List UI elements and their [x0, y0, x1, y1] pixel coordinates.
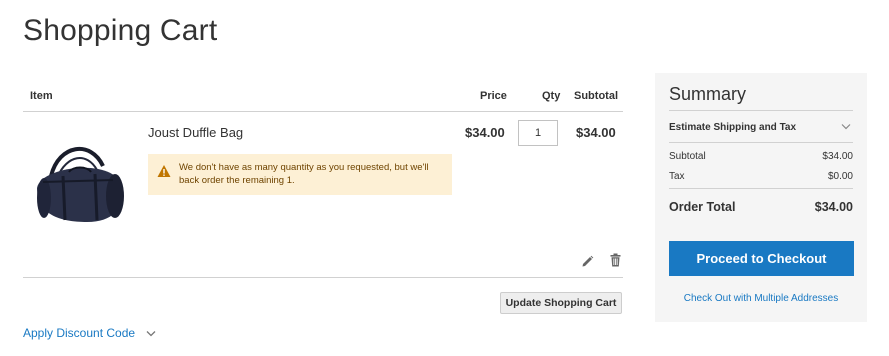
column-header-qty: Qty	[542, 90, 561, 102]
summary-tax-row: Tax $0.00	[669, 171, 853, 182]
multiple-addresses-link[interactable]: Check Out with Multiple Addresses	[655, 293, 867, 304]
cart-item-row: Joust Duffle Bag We don't have as many q…	[23, 112, 623, 278]
product-name[interactable]: Joust Duffle Bag	[148, 125, 243, 140]
warning-message: We don't have as many quantity as you re…	[179, 162, 429, 186]
chevron-down-icon	[841, 124, 851, 130]
item-price: $34.00	[465, 125, 505, 140]
summary-tax-value: $0.00	[827, 171, 853, 182]
cart-table: Item Price Qty Subtotal Joust Duffle Bag…	[23, 76, 623, 278]
column-header-item: Item	[30, 90, 53, 102]
summary-tax-label: Tax	[669, 171, 685, 182]
apply-discount-toggle[interactable]: Apply Discount Code	[23, 326, 156, 340]
summary-subtotal-label: Subtotal	[669, 151, 706, 162]
proceed-to-checkout-button[interactable]: Proceed to Checkout	[669, 241, 854, 276]
item-subtotal: $34.00	[576, 125, 616, 140]
order-summary: Summary Estimate Shipping and Tax Subtot…	[655, 73, 867, 322]
estimate-shipping-toggle[interactable]: Estimate Shipping and Tax	[669, 110, 853, 143]
page-title: Shopping Cart	[23, 14, 218, 47]
column-header-price: Price	[480, 90, 507, 102]
estimate-shipping-label: Estimate Shipping and Tax	[669, 122, 797, 133]
pencil-icon[interactable]	[581, 255, 594, 268]
column-header-subtotal: Subtotal	[574, 90, 618, 102]
summary-subtotal-row: Subtotal $34.00	[669, 151, 853, 162]
cart-table-header: Item Price Qty Subtotal	[23, 76, 623, 112]
order-total-value: $34.00	[814, 200, 853, 214]
product-image[interactable]	[29, 136, 129, 226]
summary-subtotal-value: $34.00	[822, 151, 853, 162]
warning-triangle-icon	[157, 165, 171, 177]
order-total-label: Order Total	[669, 200, 736, 214]
summary-title: Summary	[669, 84, 747, 104]
trash-icon[interactable]	[610, 253, 621, 267]
chevron-down-icon	[146, 331, 156, 337]
backorder-warning: We don't have as many quantity as you re…	[148, 154, 452, 195]
qty-input[interactable]	[518, 120, 558, 146]
order-total-row: Order Total $34.00	[669, 188, 853, 219]
update-cart-button[interactable]: Update Shopping Cart	[500, 292, 622, 314]
apply-discount-label: Apply Discount Code	[23, 326, 136, 340]
